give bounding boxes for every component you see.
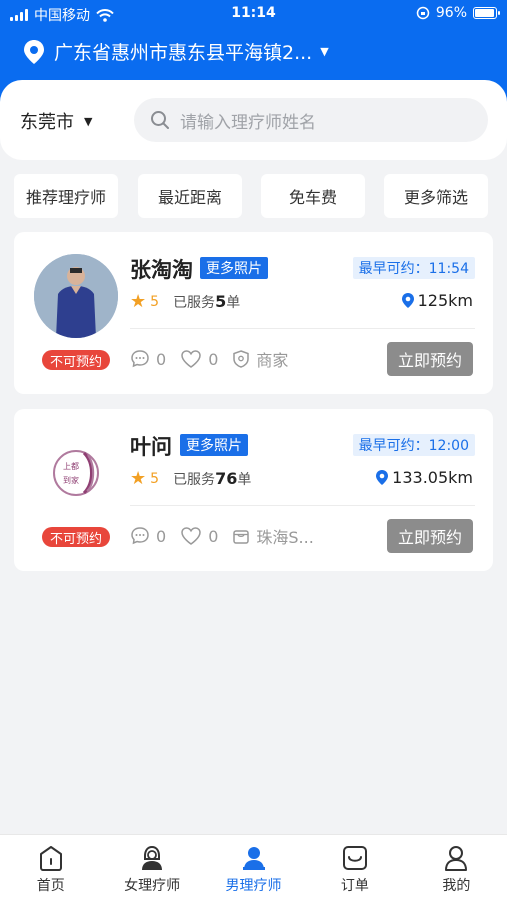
stats-row: 0 0 珠海S... [130, 524, 328, 548]
nav-male-therapist[interactable]: 男理疗师 [203, 835, 304, 900]
therapist-name: 叶问 [130, 435, 172, 459]
male-therapist-icon [242, 847, 265, 870]
filter-nearest[interactable]: 最近距离 [138, 174, 242, 218]
city-label: 东莞市 [20, 112, 74, 133]
therapist-name: 张淘淘 [130, 258, 193, 282]
book-now-button[interactable]: 立即预约 [387, 342, 473, 376]
served-prefix: 已服务 [173, 471, 216, 488]
battery-percent: 96% [435, 5, 467, 21]
comment-icon [131, 350, 149, 368]
filter-recommended[interactable]: 推荐理疗师 [14, 174, 118, 218]
divider [130, 328, 475, 329]
shop-label: 珠海S... [256, 528, 314, 547]
location-pin-icon [24, 39, 44, 64]
battery-icon [473, 7, 500, 19]
home-icon [39, 846, 62, 871]
divider [130, 505, 475, 506]
served-prefix: 已服务 [173, 294, 216, 311]
earliest-time-tag: 最早可约：12:00 [352, 434, 475, 456]
location-text: 广东省惠州市惠东县平海镇2... [54, 42, 313, 64]
logo-text-bottom: 到家 [63, 475, 79, 485]
rating-value: 5 [150, 293, 160, 310]
female-therapist-icon [142, 845, 163, 870]
star-icon: ★ [130, 468, 147, 489]
shop-label: 商家 [256, 351, 289, 370]
logo-text-top: 上都 [63, 462, 79, 471]
location-pin-icon [401, 293, 414, 308]
likes-stat[interactable]: 0 [180, 349, 218, 369]
distance: 133.05km [375, 468, 473, 487]
served-suffix: 单 [226, 294, 241, 311]
shop-stat: 珠海S... [232, 524, 314, 548]
search-placeholder: 请输入理疗师姓名 [180, 112, 316, 133]
status-badge: 不可预约 [42, 350, 110, 370]
bottom-nav: 首页 女理疗师 男理疗师 订单 我的 [0, 834, 507, 900]
nav-label: 首页 [36, 878, 65, 894]
caret-down-icon: ▼ [320, 45, 329, 58]
rating-value: 5 [150, 470, 160, 487]
stats-row: 0 0 商家 [130, 347, 302, 371]
therapist-card[interactable]: 上都 到家 不可预约 叶问 更多照片 最早可约：12:00 ★ 5 已服务 76… [14, 409, 493, 571]
star-icon: ★ [130, 291, 147, 312]
like-count: 0 [208, 526, 219, 546]
like-count: 0 [208, 349, 219, 369]
search-panel: 东莞市 ▼ 请输入理疗师姓名 [0, 80, 507, 160]
nav-label: 订单 [340, 878, 369, 894]
nav-label: 男理疗师 [225, 878, 282, 894]
profile-icon [445, 846, 468, 871]
search-input[interactable]: 请输入理疗师姓名 [134, 98, 488, 142]
more-photos-tag[interactable]: 更多照片 [200, 257, 268, 279]
nav-female-therapist[interactable]: 女理疗师 [101, 835, 202, 900]
status-bar: 中国移动 11:14 96% [0, 0, 507, 28]
nav-orders[interactable]: 订单 [304, 835, 405, 900]
comment-count: 0 [156, 526, 167, 546]
served-suffix: 单 [237, 471, 252, 488]
heart-icon [181, 527, 201, 545]
distance-value: 133.05km [392, 468, 473, 487]
rating-row: ★ 5 已服务 5 单 [130, 291, 240, 312]
nav-label: 我的 [442, 878, 471, 894]
location-selector[interactable]: 广东省惠州市惠东县平海镇2... ▼ [22, 38, 329, 65]
comment-icon [131, 527, 149, 545]
status-badge: 不可预约 [42, 527, 110, 547]
more-photos-tag[interactable]: 更多照片 [180, 434, 248, 456]
book-now-button[interactable]: 立即预约 [387, 519, 473, 553]
comments-stat[interactable]: 0 [130, 526, 166, 546]
likes-stat[interactable]: 0 [180, 526, 218, 546]
distance: 125km [401, 291, 473, 310]
nav-home[interactable]: 首页 [0, 835, 101, 900]
order-icon [342, 846, 367, 870]
distance-value: 125km [417, 291, 473, 310]
nav-label: 女理疗师 [124, 878, 181, 894]
search-icon [151, 111, 169, 129]
filter-more[interactable]: 更多筛选 [384, 174, 488, 218]
rating-row: ★ 5 已服务 76 单 [130, 468, 251, 489]
avatar[interactable]: 上都 到家 [34, 431, 118, 515]
shield-icon [233, 350, 250, 368]
served-count: 76 [215, 469, 238, 488]
caret-down-icon: ▼ [84, 114, 93, 128]
nav-profile[interactable]: 我的 [406, 835, 507, 900]
store-icon [233, 530, 250, 544]
comments-stat[interactable]: 0 [130, 349, 166, 369]
filter-no-fare[interactable]: 免车费 [261, 174, 365, 218]
earliest-time-tag: 最早可约：11:54 [352, 257, 475, 279]
therapist-card[interactable]: 不可预约 张淘淘 更多照片 最早可约：11:54 ★ 5 已服务 5 单 125… [14, 232, 493, 394]
city-dropdown[interactable]: 东莞市 ▼ [20, 108, 92, 134]
location-pin-icon [376, 470, 389, 485]
heart-icon [181, 350, 201, 368]
comment-count: 0 [156, 349, 167, 369]
served-count: 5 [215, 292, 227, 311]
rotation-lock-icon [416, 6, 430, 20]
shop-stat: 商家 [232, 347, 288, 371]
avatar[interactable] [34, 254, 118, 338]
